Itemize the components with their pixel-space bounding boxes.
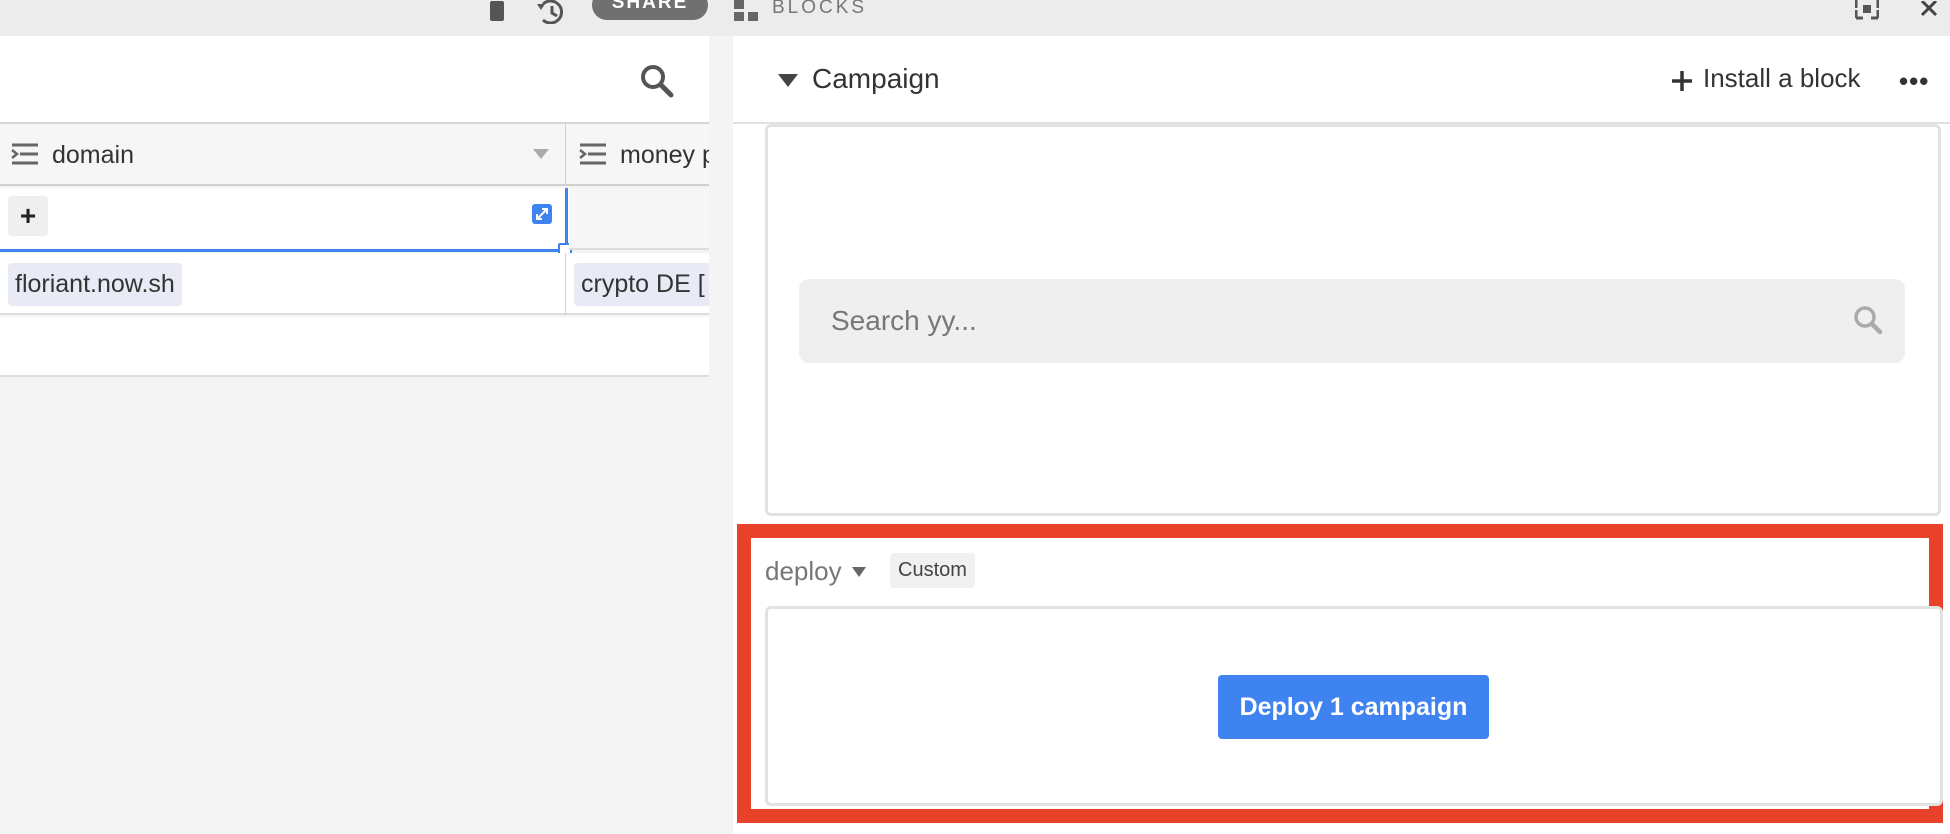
expand-icon[interactable] xyxy=(532,204,552,224)
search-icon[interactable] xyxy=(1853,305,1883,335)
grid-view: domain money p + floriant.now.sh crypto … xyxy=(0,36,709,834)
history-icon[interactable] xyxy=(534,0,568,24)
domain-chip: floriant.now.sh xyxy=(8,263,182,306)
more-options-button[interactable]: ••• xyxy=(1899,66,1929,97)
column-divider xyxy=(565,253,566,315)
close-icon[interactable] xyxy=(1916,0,1942,18)
table-cell[interactable] xyxy=(569,188,709,250)
selected-cell[interactable]: + xyxy=(0,188,572,257)
panel-title[interactable]: Campaign xyxy=(812,63,940,95)
add-record-button[interactable]: + xyxy=(8,196,48,236)
search-icon[interactable] xyxy=(640,64,674,98)
grid-header: domain money p xyxy=(0,124,709,186)
deploy-campaign-button[interactable]: Deploy 1 campaign xyxy=(1218,675,1489,739)
top-toolbar: SHARE BLOCKS xyxy=(0,0,1950,36)
column-divider xyxy=(565,124,566,186)
share-button[interactable]: SHARE xyxy=(592,0,708,20)
table-row[interactable]: floriant.now.sh crypto DE [ xyxy=(0,253,709,315)
deploy-field-label: deploy xyxy=(765,556,842,586)
column-header-domain[interactable]: domain xyxy=(10,124,560,186)
table-row[interactable]: + xyxy=(0,188,709,257)
chevron-down-icon[interactable] xyxy=(533,149,549,159)
blocks-title: BLOCKS xyxy=(772,0,868,18)
search-input[interactable] xyxy=(799,279,1849,363)
custom-badge: Custom xyxy=(890,553,975,588)
caret-down-icon[interactable] xyxy=(778,74,798,87)
money-chip: crypto DE [ xyxy=(574,263,709,306)
caret-down-icon xyxy=(851,566,866,577)
table-row[interactable] xyxy=(0,317,709,377)
column-header-label: money p xyxy=(620,140,709,169)
deploy-field-selector[interactable]: deploy xyxy=(765,556,866,587)
column-header-money[interactable]: money p xyxy=(578,124,709,186)
install-block-button[interactable]: Install a block xyxy=(1671,63,1861,94)
search-box[interactable] xyxy=(799,279,1905,363)
blocks-icon xyxy=(733,0,761,22)
fullscreen-icon[interactable] xyxy=(1854,0,1880,20)
long-text-icon xyxy=(10,142,42,168)
grid-toolbar xyxy=(0,36,709,124)
phone-icon[interactable] xyxy=(486,0,508,24)
plus-icon xyxy=(1671,68,1693,91)
install-block-label: Install a block xyxy=(1703,63,1861,93)
column-header-label: domain xyxy=(52,140,134,169)
long-text-icon xyxy=(578,142,610,168)
